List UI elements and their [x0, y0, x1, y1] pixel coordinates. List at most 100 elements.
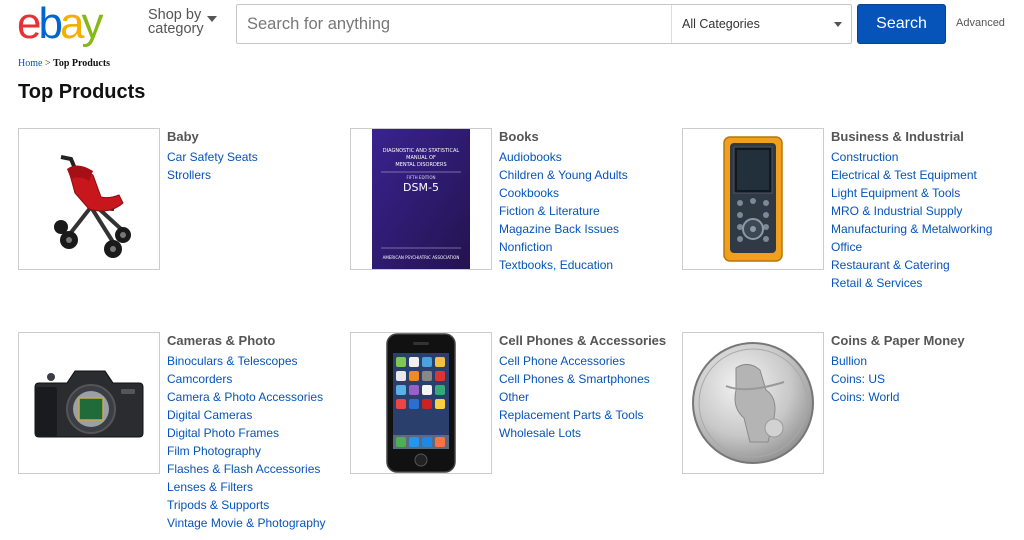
category-link[interactable]: Cell Phones & Smartphones — [499, 372, 650, 386]
multimeter-image[interactable] — [682, 128, 824, 270]
silver-coin-image[interactable] — [682, 332, 824, 474]
list-item: Magazine Back Issues — [499, 220, 685, 238]
category-info: Cell Phones & Accessories Cell Phone Acc… — [499, 334, 685, 442]
category-link[interactable]: Flashes & Flash Accessories — [167, 462, 320, 476]
list-item: Strollers — [167, 166, 353, 184]
shop-by-label-line1: Shop by — [148, 7, 202, 23]
ebay-logo[interactable]: ebay — [17, 0, 137, 50]
category-link[interactable]: Nonfiction — [499, 240, 552, 254]
breadcrumb-home-link[interactable]: Home — [18, 58, 42, 69]
list-item: Cookbooks — [499, 184, 685, 202]
category-link[interactable]: Cell Phone Accessories — [499, 354, 625, 368]
list-item: Car Safety Seats — [167, 148, 353, 166]
category-link[interactable]: Car Safety Seats — [167, 150, 258, 164]
category-link[interactable]: Coins: World — [831, 390, 899, 404]
category-link[interactable]: Bullion — [831, 354, 867, 368]
stroller-image[interactable] — [18, 128, 160, 270]
list-item: Electrical & Test Equipment — [831, 166, 1017, 184]
category-links: Audiobooks Children & Young Adults Cookb… — [499, 148, 685, 274]
advanced-search-link[interactable]: Advanced — [956, 17, 1005, 29]
search-input[interactable] — [237, 5, 671, 43]
category-link[interactable]: Manufacturing & Metalworking Office — [831, 222, 992, 254]
list-item: Replacement Parts & Tools — [499, 406, 685, 424]
list-item: Textbooks, Education — [499, 256, 685, 274]
list-item: Coins: World — [831, 388, 1017, 406]
category-link[interactable]: Construction — [831, 150, 898, 164]
category-link[interactable]: Vintage Movie & Photography — [167, 516, 326, 530]
list-item: Camcorders — [167, 370, 353, 388]
category-link[interactable]: Replacement Parts & Tools — [499, 408, 644, 422]
search-button[interactable]: Search — [857, 4, 946, 44]
list-item: Camera & Photo Accessories — [167, 388, 353, 406]
list-item: Wholesale Lots — [499, 424, 685, 442]
category-select[interactable]: All Categories — [671, 5, 852, 43]
dsm5-book-image[interactable]: DIAGNOSTIC AND STATISTICAL MANUAL OF MEN… — [350, 128, 492, 270]
category-link[interactable]: Wholesale Lots — [499, 426, 581, 440]
category-select-value: All Categories — [682, 17, 760, 31]
category-link[interactable]: Tripods & Supports — [167, 498, 269, 512]
smartphone-image[interactable] — [350, 332, 492, 474]
chevron-down-icon — [834, 22, 842, 27]
category-link[interactable]: Light Equipment & Tools — [831, 186, 960, 200]
category-link[interactable]: Lenses & Filters — [167, 480, 253, 494]
book-cover-publisher: AMERICAN PSYCHIATRIC ASSOCIATION — [383, 255, 460, 260]
category-link[interactable]: Retail & Services — [831, 276, 922, 290]
list-item: Nonfiction — [499, 238, 685, 256]
list-item: Audiobooks — [499, 148, 685, 166]
book-cover-line2: MANUAL OF — [406, 155, 436, 161]
category-link[interactable]: Digital Photo Frames — [167, 426, 279, 440]
caret-down-icon — [207, 16, 217, 22]
breadcrumb-separator: > — [42, 58, 54, 69]
list-item: Light Equipment & Tools — [831, 184, 1017, 202]
category-link[interactable]: Children & Young Adults — [499, 168, 628, 182]
breadcrumb: Home > Top Products — [18, 58, 110, 69]
list-item: Vintage Movie & Photography — [167, 514, 353, 532]
category-link[interactable]: MRO & Industrial Supply — [831, 204, 962, 218]
list-item: Lenses & Filters — [167, 478, 353, 496]
list-item: Digital Cameras — [167, 406, 353, 424]
shop-by-category-button[interactable]: Shop by category — [148, 7, 217, 37]
breadcrumb-current: Top Products — [53, 58, 111, 69]
category-link[interactable]: Restaurant & Catering — [831, 258, 950, 272]
category-link[interactable]: Cookbooks — [499, 186, 559, 200]
list-item: Fiction & Literature — [499, 202, 685, 220]
category-links: Construction Electrical & Test Equipment… — [831, 148, 1017, 292]
category-link[interactable]: Audiobooks — [499, 150, 562, 164]
category-links: Bullion Coins: US Coins: World — [831, 352, 1017, 406]
category-info: Cameras & Photo Binoculars & Telescopes … — [167, 334, 353, 532]
shop-by-label-line2: category — [148, 21, 204, 37]
category-info: Business & Industrial Construction Elect… — [831, 130, 1017, 292]
list-item: Restaurant & Catering — [831, 256, 1017, 274]
category-link[interactable]: Other — [499, 390, 529, 404]
list-item: Flashes & Flash Accessories — [167, 460, 353, 478]
list-item: Cell Phone Accessories — [499, 352, 685, 370]
list-item: Tripods & Supports — [167, 496, 353, 514]
book-cover-edition: FIFTH EDITION — [407, 175, 436, 180]
list-item: Binoculars & Telescopes — [167, 352, 353, 370]
category-link[interactable]: Coins: US — [831, 372, 885, 386]
list-item: MRO & Industrial Supply — [831, 202, 1017, 220]
category-link[interactable]: Fiction & Literature — [499, 204, 600, 218]
list-item: Coins: US — [831, 370, 1017, 388]
category-title: Coins & Paper Money — [831, 333, 965, 348]
category-link[interactable]: Strollers — [167, 168, 211, 182]
list-item: Bullion — [831, 352, 1017, 370]
list-item: Retail & Services — [831, 274, 1017, 292]
category-link[interactable]: Electrical & Test Equipment — [831, 168, 977, 182]
dslr-camera-image[interactable] — [18, 332, 160, 474]
list-item: Children & Young Adults — [499, 166, 685, 184]
page-title: Top Products — [18, 81, 146, 103]
category-link[interactable]: Digital Cameras — [167, 408, 252, 422]
category-link[interactable]: Magazine Back Issues — [499, 222, 619, 236]
category-links: Cell Phone Accessories Cell Phones & Sma… — [499, 352, 685, 442]
category-link[interactable]: Camera & Photo Accessories — [167, 390, 323, 404]
book-cover-line3: MENTAL DISORDERS — [395, 162, 446, 168]
category-link[interactable]: Film Photography — [167, 444, 261, 458]
svg-text:ebay: ebay — [17, 0, 103, 48]
list-item: Other — [499, 388, 685, 406]
category-title: Cell Phones & Accessories — [499, 333, 667, 348]
category-link[interactable]: Textbooks, Education — [499, 258, 613, 272]
category-link[interactable]: Camcorders — [167, 372, 232, 386]
category-link[interactable]: Binoculars & Telescopes — [167, 354, 298, 368]
book-cover-line1: DIAGNOSTIC AND STATISTICAL — [383, 148, 460, 154]
